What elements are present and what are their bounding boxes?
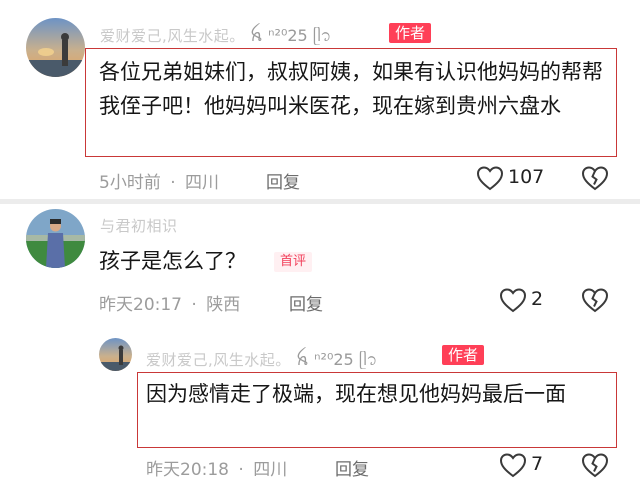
comment-meta: 5小时前 · 四川	[99, 168, 219, 193]
divider	[0, 199, 640, 204]
comment-location: 陕西	[206, 295, 241, 315]
username-text: 爱财爱己,风生水起	[146, 351, 276, 369]
heart-icon	[499, 453, 527, 478]
comment-time: 昨天20:17	[99, 295, 182, 315]
broken-heart-icon	[581, 288, 609, 313]
avatar[interactable]	[99, 338, 132, 371]
username-suffix: 。	[229, 27, 245, 45]
avatar[interactable]	[26, 18, 85, 77]
reply-button[interactable]: 回复	[266, 168, 300, 193]
broken-heart-icon	[581, 166, 609, 191]
comment-content: 各位兄弟姐妹们，叔叔阿姨，如果有认识他妈妈的帮帮我侄子吧！他妈妈叫米医花，现在嫁…	[99, 60, 603, 118]
like-count: 107	[508, 166, 545, 188]
like-count: 2	[531, 288, 544, 310]
broken-heart-icon	[581, 453, 609, 478]
comment-time: 5小时前	[99, 173, 161, 193]
username-decoration: ꫝ ⁿ²⁰25 ᥫ᭡	[296, 350, 378, 369]
username-decoration: ꫝ ⁿ²⁰25 ᥫ᭡	[250, 26, 332, 45]
like-count: 7	[531, 453, 544, 475]
like-button[interactable]	[499, 452, 527, 478]
comment-content: 孩子是怎么了？	[99, 249, 246, 273]
reply-button[interactable]: 回复	[289, 290, 323, 315]
first-comment-tag: 首评	[274, 252, 313, 272]
separator-dot: ·	[170, 173, 176, 193]
dislike-button[interactable]	[581, 165, 609, 191]
comment-meta: 昨天20:17 · 陕西	[99, 290, 240, 315]
separator-dot: ·	[191, 295, 197, 315]
heart-icon	[499, 288, 527, 313]
author-tag: 作者	[442, 345, 485, 365]
comment-location: 四川	[253, 460, 288, 480]
author-tag: 作者	[389, 23, 432, 43]
comment-content: 因为感情走了极端，现在想见他妈妈最后一面	[146, 382, 566, 406]
separator-dot: ·	[238, 460, 244, 480]
dislike-button[interactable]	[581, 452, 609, 478]
heart-icon	[476, 166, 504, 191]
comment-meta: 昨天20:18 · 四川	[146, 455, 287, 480]
username-text: 爱财爱己,风生水起	[100, 27, 230, 45]
avatar[interactable]	[26, 209, 85, 268]
dislike-button[interactable]	[581, 287, 609, 313]
reply-button[interactable]: 回复	[335, 455, 369, 480]
comment-location: 四川	[185, 173, 220, 193]
comment-time: 昨天20:18	[146, 460, 229, 480]
username-suffix: 。	[275, 351, 291, 369]
like-button[interactable]	[499, 287, 527, 313]
like-button[interactable]	[476, 165, 504, 191]
username[interactable]: 与君初相识	[100, 215, 178, 236]
